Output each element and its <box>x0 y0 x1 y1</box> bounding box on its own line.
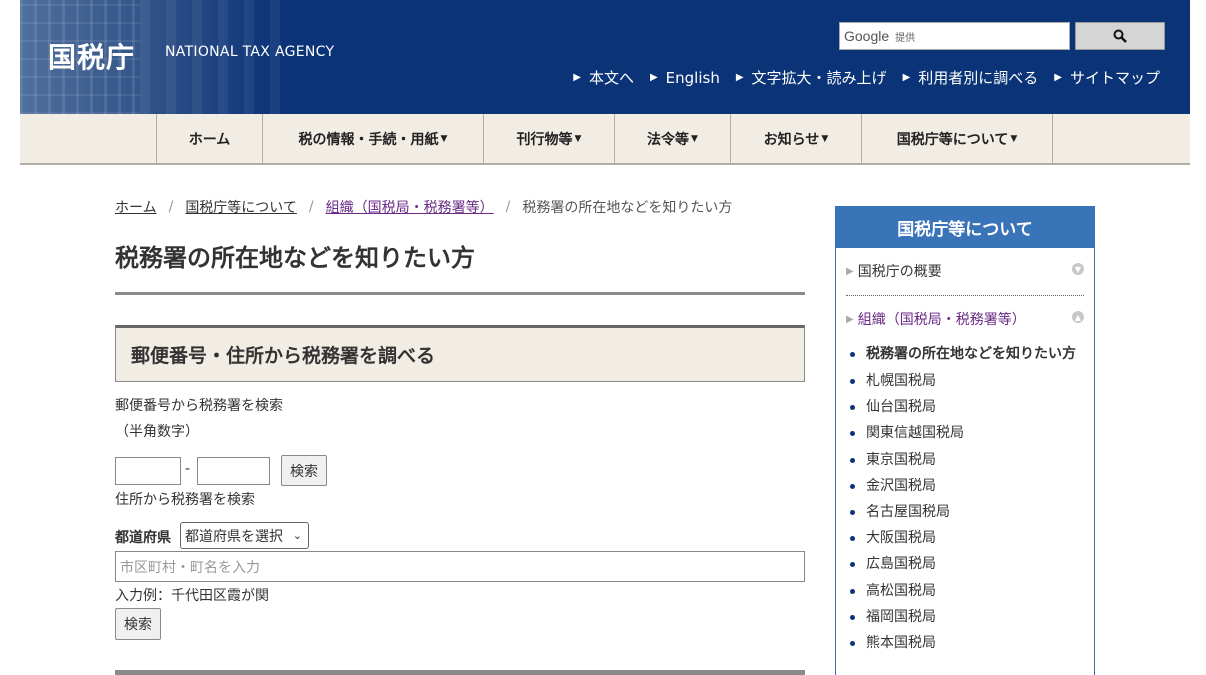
site-logo-english: NATIONAL TAX AGENCY <box>165 44 335 60</box>
util-link-sitemap[interactable]: ▶ サイトマップ <box>1054 67 1160 88</box>
postal-label: 郵便番号から税務署を検索 <box>115 398 283 414</box>
caret-down-icon: ▼ <box>691 133 698 144</box>
next-section-divider <box>115 670 805 675</box>
collapse-circle-icon[interactable]: ▲ <box>1072 311 1084 323</box>
expand-circle-icon[interactable]: ▼ <box>1072 263 1084 275</box>
gnav-publications[interactable]: 刊行物等 ▼ <box>484 114 615 163</box>
sidebar-item-current[interactable]: 税務署の所在地などを知りたい方 <box>846 341 1081 368</box>
triangle-right-icon: ▶ <box>846 313 854 325</box>
address-search-button[interactable]: 検索 <box>115 608 161 640</box>
search-brand-sub: 提供 <box>895 32 916 44</box>
sidebar-item-sapporo[interactable]: 札幌国税局 <box>846 368 1081 394</box>
util-link-english[interactable]: ▶ English <box>650 67 720 88</box>
breadcrumb-current: 税務署の所在地などを知りたい方 <box>522 200 733 216</box>
page-title: 税務署の所在地などを知りたい方 <box>115 244 475 272</box>
gnav-laws[interactable]: 法令等 ▼ <box>615 114 731 163</box>
sidebar-item-sendai[interactable]: 仙台国税局 <box>846 394 1081 420</box>
sidebar-item-fukuoka[interactable]: 福岡国税局 <box>846 604 1081 630</box>
caret-down-icon: ▼ <box>821 133 829 144</box>
sidebar-item-kanazawa[interactable]: 金沢国税局 <box>846 473 1081 499</box>
util-link-by-user[interactable]: ▶ 利用者別に調べる <box>903 67 1039 88</box>
address-label: 住所から税務署を検索 <box>115 492 255 508</box>
sidebar: 国税庁等について ▶ 国税庁の概要 ▼ ▶ 組織（国税局・税務署等） ▲ 税務署… <box>835 206 1095 675</box>
city-input-placeholder: 市区町村・町名を入力 <box>120 559 260 576</box>
search-brand: Google <box>844 28 890 44</box>
prefecture-select[interactable]: 都道府県を選択 ⌄ <box>180 522 309 549</box>
triangle-right-icon: ▶ <box>846 265 854 277</box>
prefecture-select-value: 都道府県を選択 <box>185 528 283 545</box>
sidebar-title: 国税庁等について <box>836 207 1094 248</box>
chevron-down-icon: ⌄ <box>292 529 302 542</box>
gnav-tax-info[interactable]: 税の情報・手続・用紙 ▼ <box>263 114 484 163</box>
caret-down-icon: ▼ <box>574 133 582 144</box>
triangle-right-icon: ▶ <box>573 72 581 83</box>
sidebar-item-hiroshima[interactable]: 広島国税局 <box>846 551 1081 577</box>
caret-down-icon: ▼ <box>440 133 448 144</box>
breadcrumb-about[interactable]: 国税庁等について <box>185 197 297 217</box>
search-icon <box>1113 29 1127 43</box>
triangle-right-icon: ▶ <box>735 72 744 83</box>
postal-search-button[interactable]: 検索 <box>281 455 327 486</box>
input-example: 入力例：千代田区霞が関 <box>115 588 269 604</box>
gnav-home[interactable]: ホーム <box>157 114 263 163</box>
breadcrumb-organization[interactable]: 組織（国税局・税務署等） <box>326 197 494 217</box>
title-divider <box>115 292 805 295</box>
util-link-accessibility[interactable]: ▶ 文字拡大・読み上げ <box>736 67 887 88</box>
sidebar-org-list: 税務署の所在地などを知りたい方 札幌国税局 仙台国税局 関東信越国税局 東京国税… <box>846 341 1081 656</box>
prefecture-label: 都道府県 <box>115 530 171 546</box>
breadcrumb: ホーム / 国税庁等について / 組織（国税局・税務署等） / 税務署の所在地な… <box>115 197 733 217</box>
postal-code-second-input[interactable] <box>197 457 270 485</box>
sidebar-divider <box>846 295 1084 296</box>
sidebar-item-tokyo[interactable]: 東京国税局 <box>846 447 1081 473</box>
city-input[interactable]: 市区町村・町名を入力 <box>115 551 805 582</box>
postal-dash: - <box>185 461 191 477</box>
sidebar-item-kumamoto[interactable]: 熊本国税局 <box>846 630 1081 656</box>
site-header: 国税庁 NATIONAL TAX AGENCY Google 提供 ▶ 本文へ ▶… <box>20 0 1190 114</box>
postal-code-first-input[interactable] <box>115 457 181 485</box>
breadcrumb-home[interactable]: ホーム <box>115 197 157 217</box>
site-search-input[interactable]: Google 提供 <box>839 22 1070 50</box>
caret-down-icon: ▼ <box>1010 133 1018 144</box>
site-logo[interactable]: 国税庁 <box>48 36 135 76</box>
triangle-right-icon: ▶ <box>1054 72 1062 83</box>
global-nav: ホーム 税の情報・手続・用紙 ▼ 刊行物等 ▼ 法令等 ▼ お知らせ ▼ 国税庁等につい… <box>20 114 1190 165</box>
gnav-about[interactable]: 国税庁等について ▼ <box>862 114 1053 163</box>
site-search-button[interactable] <box>1075 22 1165 50</box>
sidebar-item-takamatsu[interactable]: 高松国税局 <box>846 578 1081 604</box>
util-link-skip[interactable]: ▶ 本文へ <box>573 67 634 88</box>
section-heading: 郵便番号・住所から税務署を調べる <box>115 325 805 382</box>
sidebar-item-nagoya[interactable]: 名古屋国税局 <box>846 499 1081 525</box>
triangle-right-icon: ▶ <box>902 72 911 83</box>
postal-note: （半角数字） <box>115 424 199 440</box>
triangle-right-icon: ▶ <box>649 72 658 83</box>
sidebar-link-organization[interactable]: ▶ 組織（国税局・税務署等） ▲ <box>846 309 1084 329</box>
sidebar-item-kanto-shinetsu[interactable]: 関東信越国税局 <box>846 420 1081 446</box>
utility-nav: ▶ 本文へ ▶ English ▶ 文字拡大・読み上げ ▶ 利用者別に調べる ▶ サイトマ… <box>573 67 1160 88</box>
gnav-news[interactable]: お知らせ ▼ <box>731 114 862 163</box>
sidebar-link-overview[interactable]: ▶ 国税庁の概要 ▼ <box>846 261 1084 281</box>
sidebar-item-osaka[interactable]: 大阪国税局 <box>846 525 1081 551</box>
